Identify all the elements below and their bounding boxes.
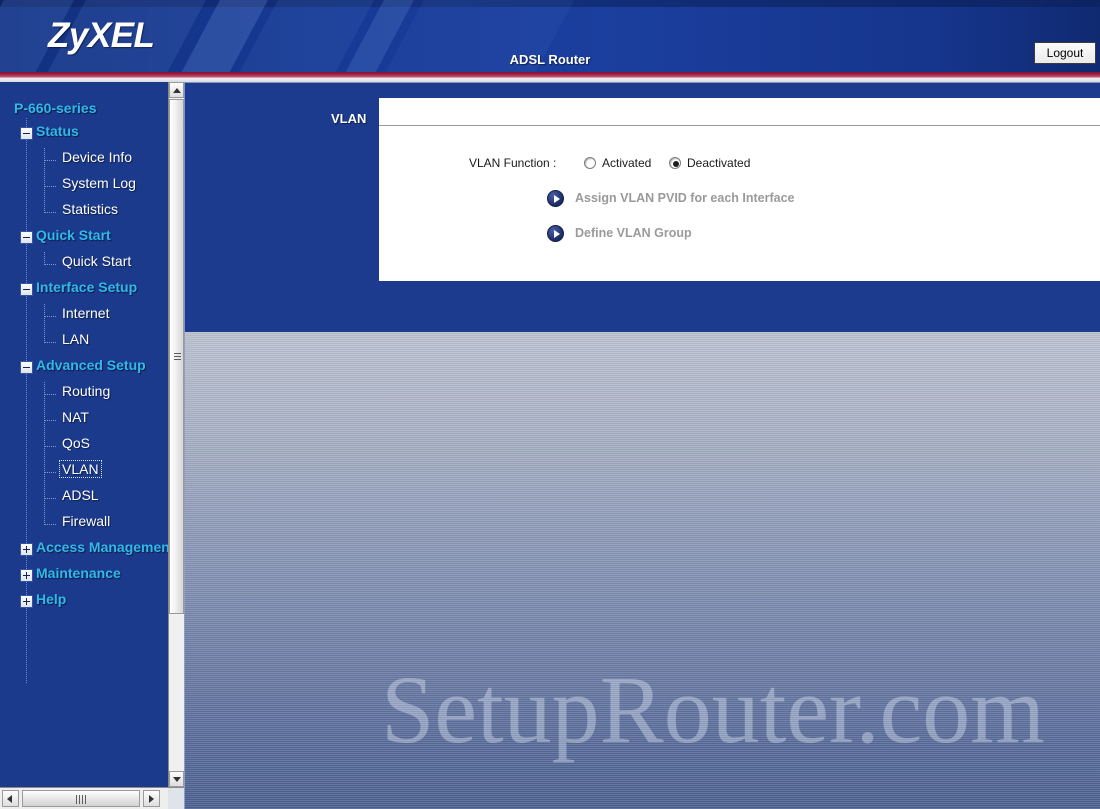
sidebar-item-label[interactable]: LAN <box>60 331 91 347</box>
radio-deactivated-label: Deactivated <box>687 156 751 170</box>
sidebar-vertical-scrollbar[interactable] <box>168 82 184 787</box>
sidebar-item-label[interactable]: Routing <box>60 383 112 399</box>
sidebar-group-label[interactable]: Quick Start <box>36 227 111 243</box>
sidebar-item-quick-start[interactable]: Quick Start <box>0 252 168 278</box>
sidebar-item-label[interactable]: Statistics <box>60 201 120 217</box>
horizontal-scroll-thumb[interactable] <box>22 790 140 807</box>
sidebar-group-label[interactable]: Advanced Setup <box>36 357 146 373</box>
scrollbar-corner <box>168 787 184 809</box>
page-header: ZyXEL ADSL Router Logout <box>0 0 1100 72</box>
vlan-function-label: VLAN Function : <box>469 156 557 170</box>
collapse-minus-icon[interactable] <box>20 231 33 244</box>
define-vlan-group-label: Define VLAN Group <box>575 226 692 240</box>
sidebar-item-device-info[interactable]: Device Info <box>0 148 168 174</box>
sidebar-group-label[interactable]: Status <box>36 123 79 139</box>
logout-button[interactable]: Logout <box>1034 42 1096 64</box>
scroll-right-arrow-icon[interactable] <box>143 790 160 807</box>
sidebar-item-firewall[interactable]: Firewall <box>0 512 168 538</box>
sidebar-item-nat[interactable]: NAT <box>0 408 168 434</box>
scroll-grip-icon <box>174 352 181 361</box>
tree-connector-line <box>44 200 56 213</box>
sidebar-group-label[interactable]: Access Management <box>36 539 168 555</box>
tree-connector-elbow <box>44 486 56 499</box>
zyxel-logo: ZyXEL <box>48 16 155 55</box>
scroll-up-arrow-icon[interactable] <box>169 82 184 98</box>
tree-connector-elbow <box>44 148 56 161</box>
expand-plus-icon[interactable] <box>20 543 33 556</box>
sidebar-item-statistics[interactable]: Statistics <box>0 200 168 226</box>
sidebar-group-access-management[interactable]: Access Management <box>0 538 168 564</box>
sidebar-item-vlan[interactable]: VLAN <box>0 460 168 486</box>
nav-root-label: P-660-series <box>14 100 97 116</box>
collapse-minus-icon[interactable] <box>20 361 33 374</box>
sidebar-item-label[interactable]: NAT <box>60 409 91 425</box>
watermark-text: SetupRouter.com <box>381 656 1045 763</box>
sidebar-group-advanced-setup[interactable]: Advanced Setup <box>0 356 168 382</box>
sidebar-item-lan[interactable]: LAN <box>0 330 168 356</box>
sidebar-group-quick-start[interactable]: Quick Start <box>0 226 168 252</box>
collapse-minus-icon[interactable] <box>20 283 33 296</box>
sidebar-horizontal-scrollbar[interactable] <box>0 787 184 809</box>
sidebar-group-maintenance[interactable]: Maintenance <box>0 564 168 590</box>
assign-vlan-pvid-label: Assign VLAN PVID for each Interface <box>575 191 795 205</box>
sidebar-item-adsl[interactable]: ADSL <box>0 486 168 512</box>
scroll-down-arrow-icon[interactable] <box>169 771 184 787</box>
sidebar-item-system-log[interactable]: System Log <box>0 174 168 200</box>
sidebar-group-help[interactable]: Help <box>0 590 168 616</box>
nav-tree: P-660-series Status Device Info System Log… <box>0 82 168 684</box>
content-background: SetupRouter.com <box>184 332 1100 809</box>
sidebar-item-qos[interactable]: QoS <box>0 434 168 460</box>
sidebar-item-internet[interactable]: Internet <box>0 304 168 330</box>
sidebar-item-label[interactable]: Device Info <box>60 149 134 165</box>
tree-connector-elbow <box>44 174 56 187</box>
tree-connector-line <box>44 330 56 343</box>
sidebar-navigation: P-660-series Status Device Info System Log… <box>0 82 168 787</box>
vertical-scroll-thumb[interactable] <box>169 99 184 614</box>
tree-connector-elbow <box>44 434 56 447</box>
tree-connector-line <box>44 252 56 265</box>
sidebar-group-label[interactable]: Interface Setup <box>36 279 137 295</box>
arrow-right-circle-icon <box>547 190 564 207</box>
tree-connector-line <box>44 512 56 525</box>
vlan-panel: VLAN VLAN Function : Activated Deactivat… <box>184 82 1100 332</box>
tree-connector-elbow <box>44 304 56 317</box>
sidebar-group-interface-setup[interactable]: Interface Setup <box>0 278 168 304</box>
sidebar-frame: P-660-series Status Device Info System Log… <box>0 82 184 787</box>
main-content: VLAN VLAN Function : Activated Deactivat… <box>184 82 1100 809</box>
tree-connector-elbow <box>44 408 56 421</box>
expand-plus-icon[interactable] <box>20 595 33 608</box>
radio-activated-label: Activated <box>602 156 652 170</box>
sidebar-item-label[interactable]: QoS <box>60 435 92 451</box>
panel-title: VLAN <box>331 111 367 126</box>
page-title: ADSL Router <box>509 52 591 67</box>
sidebar-item-label[interactable]: Internet <box>60 305 111 321</box>
sidebar-item-label[interactable]: System Log <box>60 175 138 191</box>
sidebar-item-routing[interactable]: Routing <box>0 382 168 408</box>
vlan-form-box: VLAN Function : Activated Deactivated As… <box>379 98 1100 281</box>
tree-connector-elbow <box>44 460 56 473</box>
sidebar-group-label[interactable]: Maintenance <box>36 565 121 581</box>
sidebar-group-status[interactable]: Status <box>0 122 168 148</box>
collapse-minus-icon[interactable] <box>20 127 33 140</box>
tree-connector-elbow <box>44 382 56 395</box>
radio-activated-control[interactable] <box>584 157 596 169</box>
radio-deactivated-control[interactable] <box>669 157 681 169</box>
sidebar-group-label[interactable]: Help <box>36 591 66 607</box>
sidebar-item-label[interactable]: Firewall <box>60 513 112 529</box>
sidebar-item-label[interactable]: ADSL <box>60 487 101 503</box>
sidebar-item-label[interactable]: VLAN <box>59 460 102 478</box>
expand-plus-icon[interactable] <box>20 569 33 582</box>
form-divider <box>379 125 1100 126</box>
scroll-grip-icon <box>76 795 87 804</box>
router-admin-page: ZyXEL ADSL Router Logout P-660-series St… <box>0 0 1100 809</box>
sidebar-item-label[interactable]: Quick Start <box>60 253 133 269</box>
arrow-right-circle-icon <box>547 225 564 242</box>
scroll-left-arrow-icon[interactable] <box>2 790 19 807</box>
